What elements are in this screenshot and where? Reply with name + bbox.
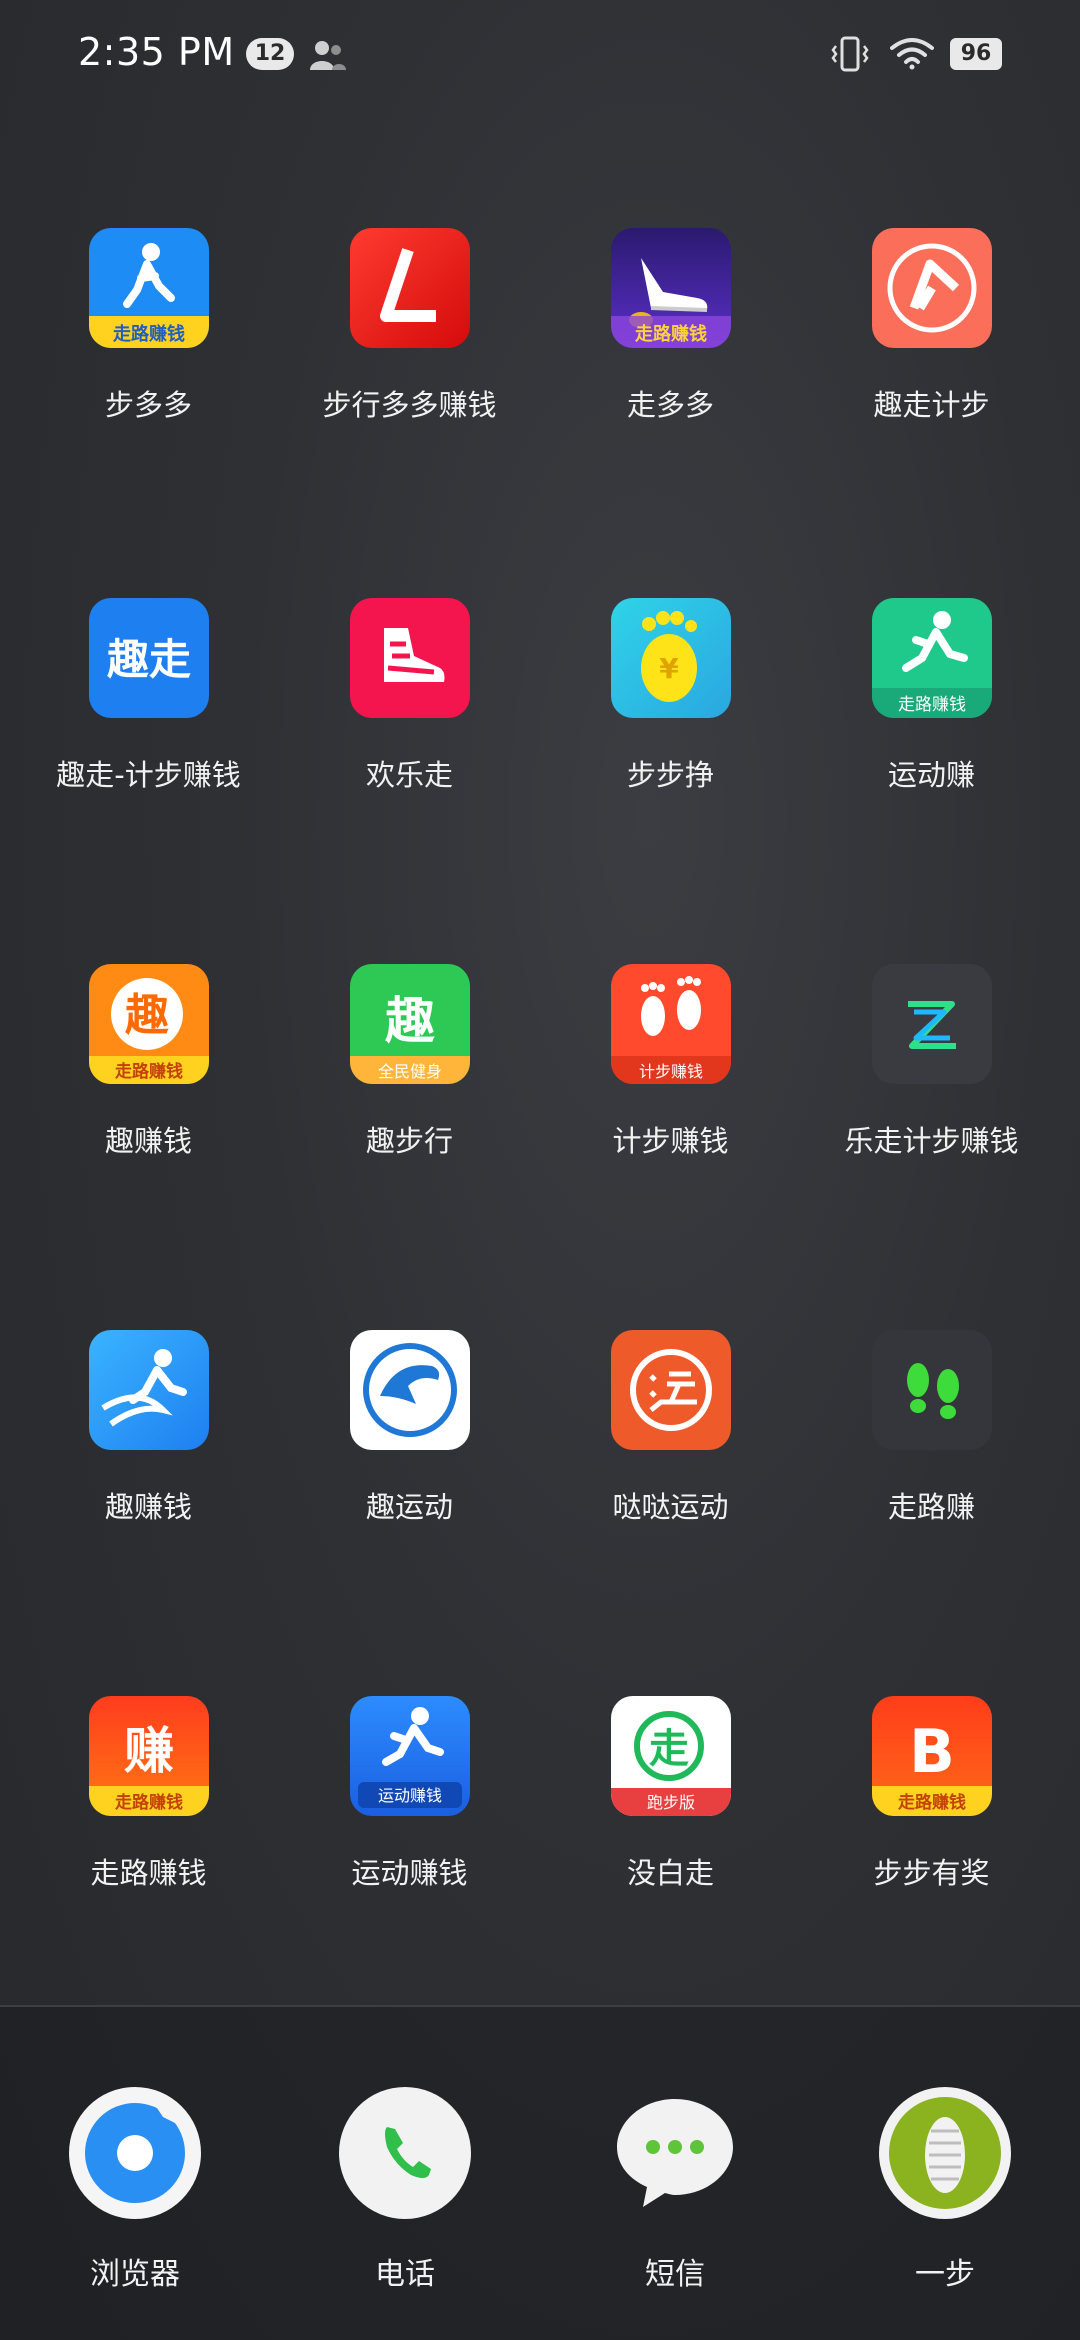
- dock-label: 浏览器: [90, 2257, 180, 2292]
- badge-text: 走路赚钱: [635, 323, 707, 345]
- runner-swoosh-icon: [88, 1330, 209, 1450]
- footprint-coin-icon: ¥: [610, 598, 731, 718]
- arrow-logo-icon: [871, 228, 992, 348]
- app-label: 趣走-计步赚钱: [56, 758, 241, 792]
- app-label: 步多多: [104, 388, 192, 422]
- quzou-text-icon: 趣走: [88, 598, 209, 718]
- browser-icon: [67, 2085, 203, 2221]
- app-label: 运动赚: [887, 758, 975, 792]
- app-bu-duo-duo[interactable]: 走路赚钱 步多多: [18, 228, 279, 424]
- app-bu-bu-you-jiang[interactable]: B 走路赚钱 步步有奖: [801, 1696, 1062, 1892]
- runner-icon: 走路赚钱: [871, 598, 992, 718]
- wifi-icon: [890, 38, 934, 70]
- phone-icon: [337, 2085, 473, 2221]
- app-qu-yun-dong[interactable]: 趣运动: [279, 1330, 540, 1526]
- app-qu-zhuan-qian-2[interactable]: 趣赚钱: [18, 1330, 279, 1526]
- badge-text: 走路赚钱: [115, 1061, 183, 1082]
- app-yun-dong-zhuan-qian[interactable]: 运动赚钱 运动赚钱: [279, 1696, 540, 1892]
- app-qu-bu-xing[interactable]: 趣 全民健身 趣步行: [279, 964, 540, 1160]
- app-bu-xing-duo-duo[interactable]: 步行多多赚钱: [279, 228, 540, 424]
- app-label: 趣步行: [365, 1124, 453, 1158]
- badge-text: 运动赚钱: [377, 1786, 441, 1805]
- dolphin-icon: [349, 1330, 470, 1450]
- zhuan-char-icon: 赚 走路赚钱: [88, 1696, 209, 1816]
- dock-app-browser[interactable]: 浏览器: [35, 2085, 235, 2293]
- app-qu-zou-ji-bu[interactable]: 趣走计步: [801, 228, 1062, 424]
- app-zou-lu-zhuan-qian[interactable]: 赚 走路赚钱 走路赚钱: [18, 1696, 279, 1892]
- icon-text: 趣: [385, 992, 435, 1050]
- badge-text: 走路赚钱: [113, 323, 185, 345]
- app-label: 趣赚钱: [104, 1490, 192, 1524]
- app-label: 运动赚钱: [351, 1856, 468, 1890]
- app-label: 走多多: [626, 388, 714, 422]
- dock-app-messages[interactable]: 短信: [575, 2085, 775, 2293]
- icon-text: B: [909, 1717, 955, 1787]
- app-yun-dong-zhuan[interactable]: 走路赚钱 运动赚: [801, 598, 1062, 794]
- zou-circle-icon: 走 跑步版: [610, 1696, 731, 1816]
- app-label: 没白走: [626, 1856, 714, 1890]
- app-bu-bu-zheng[interactable]: ¥ 步步挣: [540, 598, 801, 794]
- status-bar: 2:35 PM 12 96: [0, 0, 1080, 110]
- badge-text: 跑步版: [646, 1793, 694, 1812]
- app-label: 步步挣: [626, 758, 714, 792]
- app-ji-bu-zhuan-qian[interactable]: 计步赚钱 计步赚钱: [540, 964, 801, 1160]
- yun-circle-icon: [610, 1330, 731, 1450]
- battery-indicator: 96: [950, 38, 1002, 70]
- badge-text: 计步赚钱: [638, 1062, 702, 1081]
- app-label: 步行多多赚钱: [322, 388, 497, 422]
- icon-text: 趣: [125, 990, 169, 1041]
- b-logo-icon: B 走路赚钱: [871, 1696, 992, 1816]
- app-label: 乐走计步赚钱: [844, 1124, 1019, 1158]
- dock-label: 短信: [645, 2257, 705, 2292]
- app-label: 趣运动: [365, 1490, 453, 1524]
- app-qu-zou-ji-bu-zhuan-qian[interactable]: 趣走 趣走-计步赚钱: [18, 598, 279, 794]
- clock: 2:35 PM: [78, 30, 235, 74]
- qu-green-icon: 趣 全民健身: [349, 964, 470, 1084]
- shoe-icon: 走路赚钱: [610, 228, 731, 348]
- app-da-da-yun-dong[interactable]: 哒哒运动: [540, 1330, 801, 1526]
- app-mei-bai-zou[interactable]: 走 跑步版 没白走: [540, 1696, 801, 1892]
- walker-icon: 走路赚钱: [88, 228, 209, 348]
- dock-app-yi-bu[interactable]: 一步: [845, 2085, 1045, 2293]
- qu-char-icon: 趣 走路赚钱: [88, 964, 209, 1084]
- dock-app-phone[interactable]: 电话: [305, 2085, 505, 2293]
- l-logo-icon: [349, 228, 470, 348]
- runner-blue-icon: 运动赚钱: [349, 1696, 470, 1816]
- badge-text: 走路赚钱: [898, 695, 966, 715]
- z-logo-icon: [871, 964, 992, 1084]
- contacts-icon: [310, 41, 346, 70]
- green-footprints-icon: [871, 1330, 992, 1450]
- app-label: 走路赚钱: [90, 1856, 207, 1890]
- dock-label: 一步: [915, 2257, 975, 2292]
- vibrate-icon: [831, 36, 869, 72]
- app-zou-lu-zhuan[interactable]: 走路赚: [801, 1330, 1062, 1526]
- app-qu-zhuan-qian-1[interactable]: 趣 走路赚钱 趣赚钱: [18, 964, 279, 1160]
- app-label: 趣赚钱: [104, 1124, 192, 1158]
- app-label: 计步赚钱: [612, 1124, 729, 1158]
- badge-text: 走路赚钱: [115, 1792, 183, 1813]
- icon-text: 走: [649, 1726, 689, 1772]
- badge-text: 走路赚钱: [898, 1792, 966, 1813]
- icon-text: 趣走: [106, 635, 190, 684]
- badge-text: 全民健身: [377, 1062, 441, 1081]
- app-label: 哒哒运动: [612, 1490, 729, 1524]
- sneaker-icon: [349, 598, 470, 718]
- app-label: 走路赚: [887, 1490, 975, 1524]
- notification-count-badge: 12: [246, 38, 294, 70]
- app-huan-le-zou[interactable]: 欢乐走: [279, 598, 540, 794]
- footprints-icon: 计步赚钱: [610, 964, 731, 1084]
- message-icon: [607, 2085, 743, 2221]
- dock-label: 电话: [375, 2257, 435, 2292]
- app-le-zou-ji-bu-zhuan-qian[interactable]: 乐走计步赚钱: [801, 964, 1062, 1160]
- app-label: 趣走计步: [873, 388, 990, 422]
- app-label: 步步有奖: [873, 1856, 990, 1890]
- svg-text:¥: ¥: [659, 652, 679, 685]
- app-zou-duo-duo[interactable]: 走路赚钱 走多多: [540, 228, 801, 424]
- icon-text: 赚: [124, 1722, 174, 1780]
- app-label: 欢乐走: [365, 758, 453, 792]
- shoe-sole-icon: [877, 2085, 1013, 2221]
